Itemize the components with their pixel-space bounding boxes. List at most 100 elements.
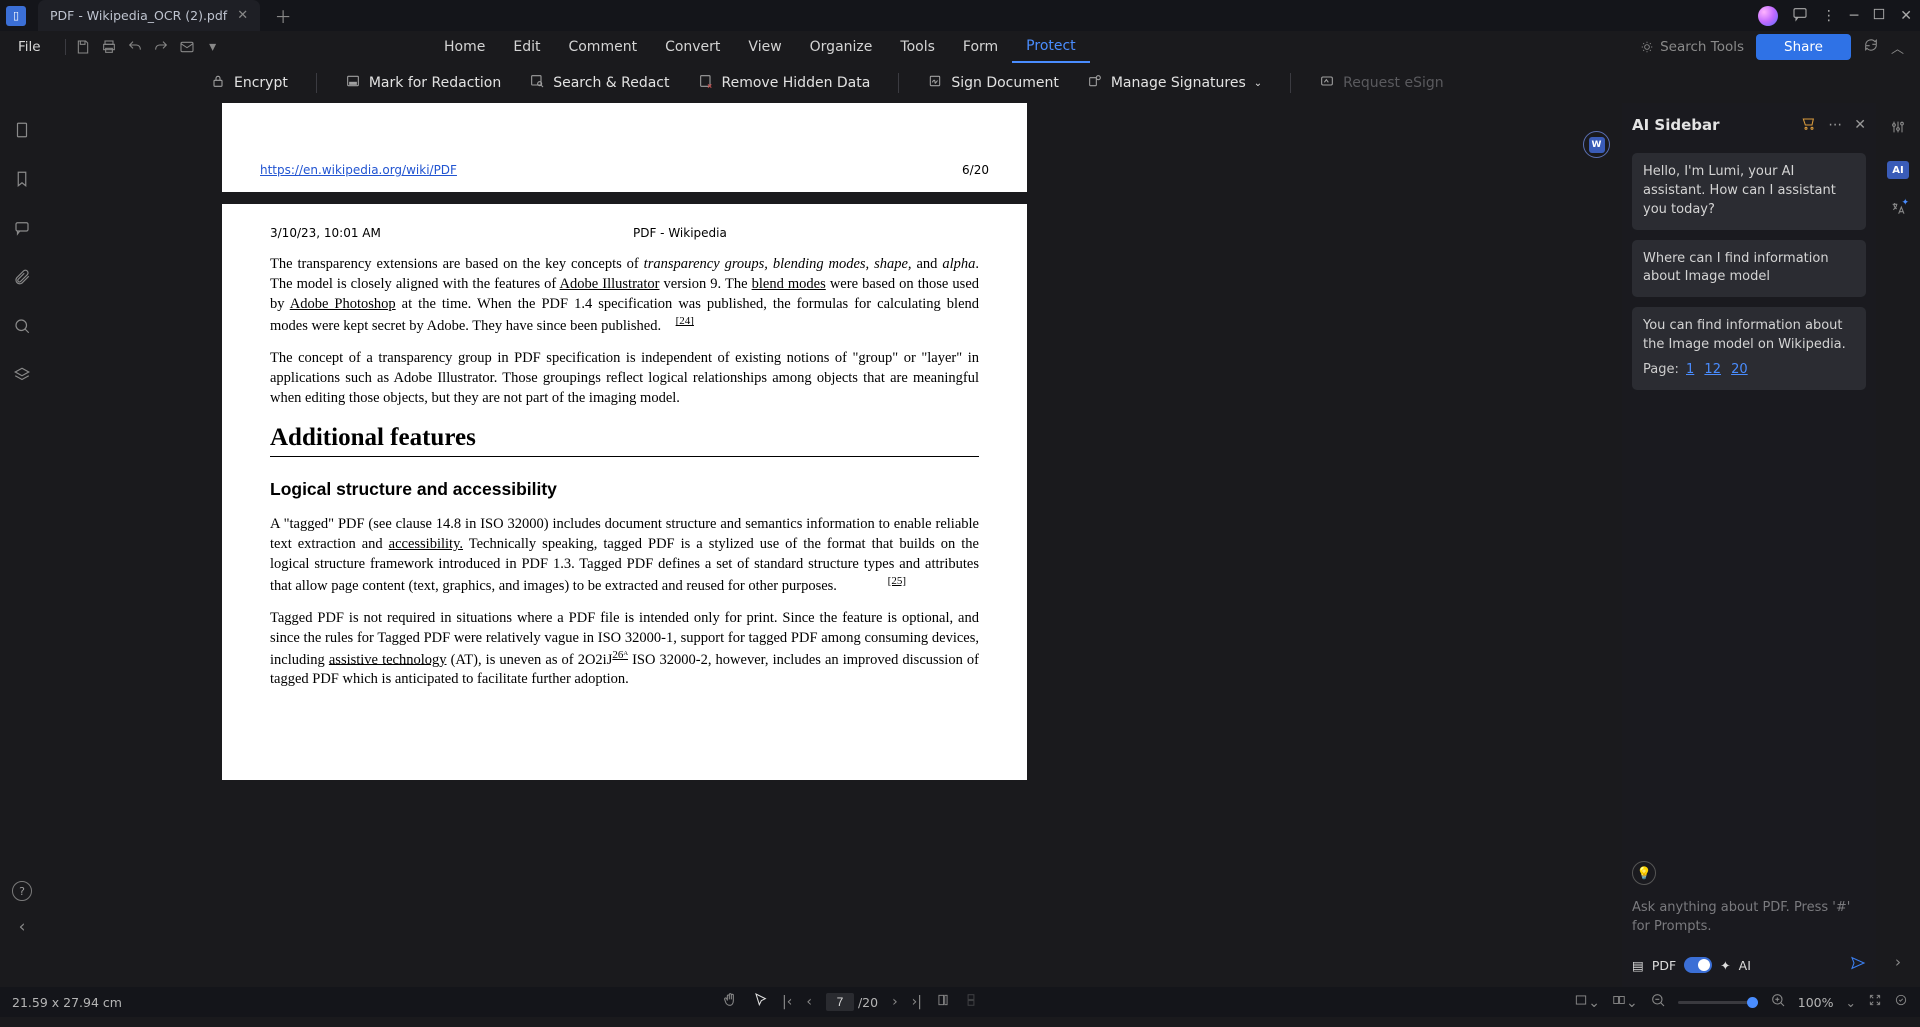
- close-window-icon[interactable]: ✕: [1900, 8, 1912, 24]
- translate-icon[interactable]: ✦: [1890, 201, 1906, 221]
- nav-home[interactable]: Home: [430, 31, 499, 63]
- close-tab-icon[interactable]: ✕: [237, 8, 248, 23]
- close-sidebar-icon[interactable]: ✕: [1854, 117, 1866, 133]
- select-tool-icon[interactable]: [752, 992, 768, 1012]
- nav-organize[interactable]: Organize: [796, 31, 887, 63]
- nav-view[interactable]: View: [734, 31, 795, 63]
- prev-page-icon[interactable]: ‹: [806, 994, 812, 1010]
- print-icon[interactable]: [96, 34, 122, 60]
- redaction-icon: [345, 73, 361, 93]
- page-link-12[interactable]: 12: [1704, 362, 1721, 377]
- collapse-ribbon-icon[interactable]: ︿: [1891, 38, 1904, 57]
- document-viewport[interactable]: W https://en.wikipedia.org/wiki/PDF 6/20…: [44, 103, 1622, 987]
- nav-comment[interactable]: Comment: [554, 31, 651, 63]
- send-icon[interactable]: [1850, 955, 1866, 975]
- paragraph: A "tagged" PDF (see clause 14.8 in ISO 3…: [270, 514, 979, 596]
- zoom-in-icon[interactable]: [1770, 992, 1786, 1012]
- ai-message-answer: You can find information about the Image…: [1632, 307, 1866, 390]
- page-link-20[interactable]: 20: [1731, 362, 1748, 377]
- user-message: Where can I find information about Image…: [1632, 240, 1866, 298]
- zoom-level[interactable]: 100%: [1798, 995, 1834, 1010]
- last-page-icon[interactable]: ›|: [912, 994, 922, 1010]
- undo-icon[interactable]: [122, 34, 148, 60]
- nav-convert[interactable]: Convert: [651, 31, 734, 63]
- protect-toolbar: Encrypt Mark for Redaction Search & Reda…: [0, 63, 1920, 103]
- read-mode-icon[interactable]: ⌄: [1612, 993, 1638, 1011]
- page-timestamp: 3/10/23, 10:01 AM: [270, 226, 381, 240]
- next-page-icon[interactable]: ›: [892, 994, 898, 1010]
- statusbar: 21.59 x 27.94 cm |‹ ‹ /20 › ›| ⌄ ⌄ 100%⌄: [0, 987, 1920, 1017]
- zoom-slider[interactable]: [1678, 1001, 1758, 1004]
- minimize-icon[interactable]: ─: [1850, 8, 1858, 24]
- ai-input-placeholder: Ask anything about PDF. Press '#' for Pr…: [1632, 899, 1866, 937]
- bookmarks-icon[interactable]: [13, 170, 31, 193]
- customize-quickbar-icon[interactable]: ▾: [200, 34, 226, 60]
- first-page-icon[interactable]: |‹: [782, 994, 792, 1010]
- view-mode-icon[interactable]: ⌄: [1574, 993, 1600, 1011]
- titlebar: ▯ PDF - Wikipedia_OCR (2).pdf ✕ ＋ ⋮ ─ ✕: [0, 0, 1920, 31]
- suggestion-icon[interactable]: 💡: [1632, 861, 1656, 885]
- sync-icon[interactable]: [1863, 37, 1879, 57]
- page-link-1[interactable]: 1: [1686, 362, 1694, 377]
- nav-edit[interactable]: Edit: [499, 31, 554, 63]
- document-tab[interactable]: PDF - Wikipedia_OCR (2).pdf ✕: [38, 0, 260, 31]
- lock-icon: [210, 73, 226, 93]
- more-icon[interactable]: ⋯: [1828, 117, 1842, 133]
- share-button[interactable]: Share: [1756, 34, 1851, 60]
- remove-hidden-icon: [698, 73, 714, 93]
- attachments-icon[interactable]: [13, 268, 31, 291]
- tool-sign-document[interactable]: Sign Document: [927, 73, 1059, 93]
- zoom-out-icon[interactable]: [1650, 992, 1666, 1012]
- fullscreen-icon[interactable]: [1894, 993, 1908, 1011]
- tool-mark-redaction[interactable]: Mark for Redaction: [345, 73, 501, 93]
- user-avatar[interactable]: [1758, 6, 1778, 26]
- cart-icon[interactable]: [1800, 115, 1816, 135]
- tool-request-esign: Request eSign: [1319, 73, 1443, 93]
- nav-protect[interactable]: Protect: [1012, 31, 1090, 63]
- new-tab-button[interactable]: ＋: [268, 3, 298, 28]
- page-number-input[interactable]: /20: [826, 993, 878, 1011]
- hand-tool-icon[interactable]: [722, 992, 738, 1012]
- page-6-bottom: https://en.wikipedia.org/wiki/PDF 6/20: [222, 103, 1027, 192]
- tool-manage-signatures[interactable]: Manage Signatures ⌄: [1087, 73, 1262, 93]
- fit-width-icon[interactable]: [1868, 993, 1882, 1011]
- save-icon[interactable]: [70, 34, 96, 60]
- signature-icon: [927, 73, 943, 93]
- layers-icon[interactable]: [13, 366, 31, 389]
- file-menu[interactable]: File: [10, 39, 49, 55]
- chevron-right-icon[interactable]: ›: [1895, 953, 1901, 971]
- chevron-left-icon[interactable]: ‹: [19, 917, 26, 937]
- pdf-icon: ▤: [1632, 958, 1644, 973]
- tool-search-redact[interactable]: Search & Redact: [529, 73, 669, 93]
- tool-remove-hidden[interactable]: Remove Hidden Data: [698, 73, 871, 93]
- mail-icon[interactable]: [174, 34, 200, 60]
- ai-badge-icon[interactable]: AI: [1887, 161, 1909, 179]
- search-redact-icon: [529, 73, 545, 93]
- nav-form[interactable]: Form: [949, 31, 1012, 63]
- search-tools[interactable]: Search Tools: [1640, 39, 1744, 55]
- tab-title: PDF - Wikipedia_OCR (2).pdf: [50, 8, 227, 23]
- redo-icon[interactable]: [148, 34, 174, 60]
- heading-additional-features: Additional features: [270, 424, 979, 452]
- pdf-ai-toggle[interactable]: [1684, 957, 1712, 973]
- help-icon[interactable]: ?: [12, 881, 32, 901]
- fit-page-icon[interactable]: [936, 993, 950, 1011]
- settings-icon[interactable]: [1890, 119, 1906, 139]
- feedback-icon[interactable]: [1792, 6, 1808, 26]
- nav-tools[interactable]: Tools: [886, 31, 949, 63]
- maximize-icon[interactable]: [1872, 7, 1886, 25]
- tool-encrypt[interactable]: Encrypt: [210, 73, 288, 93]
- scroll-mode-icon[interactable]: [964, 993, 978, 1011]
- ai-input-area[interactable]: Ask anything about PDF. Press '#' for Pr…: [1622, 891, 1876, 945]
- app-icon: ▯: [0, 0, 32, 31]
- paragraph: The transparency extensions are based on…: [270, 254, 979, 336]
- paragraph: The concept of a transparency group in P…: [270, 348, 979, 408]
- ai-sidebar-toggle[interactable]: W: [1583, 131, 1610, 158]
- more-icon[interactable]: ⋮: [1822, 8, 1836, 24]
- source-url-link[interactable]: https://en.wikipedia.org/wiki/PDF: [260, 163, 457, 177]
- page-7: 3/10/23, 10:01 AM PDF - Wikipedia The tr…: [222, 204, 1027, 780]
- comments-icon[interactable]: [13, 219, 31, 242]
- page-counter: 6/20: [962, 163, 989, 177]
- thumbnails-icon[interactable]: [13, 121, 31, 144]
- search-icon[interactable]: [13, 317, 31, 340]
